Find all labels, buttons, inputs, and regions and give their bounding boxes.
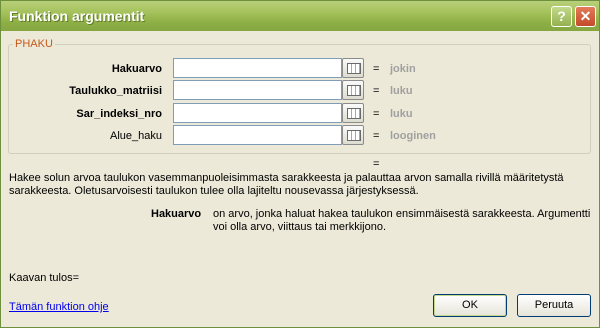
function-arguments-dialog: Funktion argumentit ? ✕ PHAKU Hakuarvo =… xyxy=(0,0,600,328)
argument-input-sar-indeksi-nro[interactable] xyxy=(173,103,342,123)
argument-result-alue-haku: looginen xyxy=(390,130,436,142)
range-select-icon xyxy=(347,63,361,74)
range-picker-button-taulukko-matriisi[interactable] xyxy=(342,80,364,100)
title-bar[interactable]: Funktion argumentit ? ✕ xyxy=(1,1,599,31)
argument-label-sar-indeksi-nro: Sar_indeksi_nro xyxy=(76,108,162,120)
equals-sign: = xyxy=(373,85,380,97)
argument-label-hakuarvo: Hakuarvo xyxy=(111,63,162,75)
cancel-button[interactable]: Peruuta xyxy=(517,294,591,317)
range-select-icon xyxy=(347,130,361,141)
equals-sign: = xyxy=(373,108,380,120)
equals-sign: = xyxy=(373,63,380,75)
argument-result-sar-indeksi-nro: luku xyxy=(390,108,413,120)
question-mark-icon: ? xyxy=(557,8,566,24)
close-button[interactable]: ✕ xyxy=(575,6,596,27)
range-picker-button-sar-indeksi-nro[interactable] xyxy=(342,103,364,123)
formula-result-label: Kaavan tulos= xyxy=(9,272,80,284)
argument-label-taulukko-matriisi: Taulukko_matriisi xyxy=(69,85,162,97)
argument-help-text: on arvo, jonka haluat hakea taulukon ens… xyxy=(213,208,591,233)
dialog-title: Funktion argumentit xyxy=(9,8,145,24)
argument-input-hakuarvo[interactable] xyxy=(173,58,342,78)
range-select-icon xyxy=(347,108,361,119)
function-result-equals: = xyxy=(373,158,380,170)
ok-button[interactable]: OK xyxy=(433,294,507,317)
range-picker-button-alue-haku[interactable] xyxy=(342,125,364,145)
argument-input-alue-haku[interactable] xyxy=(173,125,342,145)
equals-sign: = xyxy=(373,130,380,142)
close-icon: ✕ xyxy=(579,8,592,24)
argument-label-alue-haku: Alue_haku xyxy=(110,130,162,142)
function-description: Hakee solun arvoa taulukon vasemmanpuole… xyxy=(9,172,564,197)
range-select-icon xyxy=(347,85,361,96)
argument-help-name: Hakuarvo xyxy=(151,208,202,220)
function-name-legend: PHAKU xyxy=(13,38,55,50)
argument-result-taulukko-matriisi: luku xyxy=(390,85,413,97)
argument-input-taulukko-matriisi[interactable] xyxy=(173,80,342,100)
function-help-link[interactable]: Tämän funktion ohje xyxy=(9,301,109,313)
range-picker-button-hakuarvo[interactable] xyxy=(342,58,364,78)
argument-result-hakuarvo: jokin xyxy=(390,63,416,75)
help-button[interactable]: ? xyxy=(551,6,572,27)
